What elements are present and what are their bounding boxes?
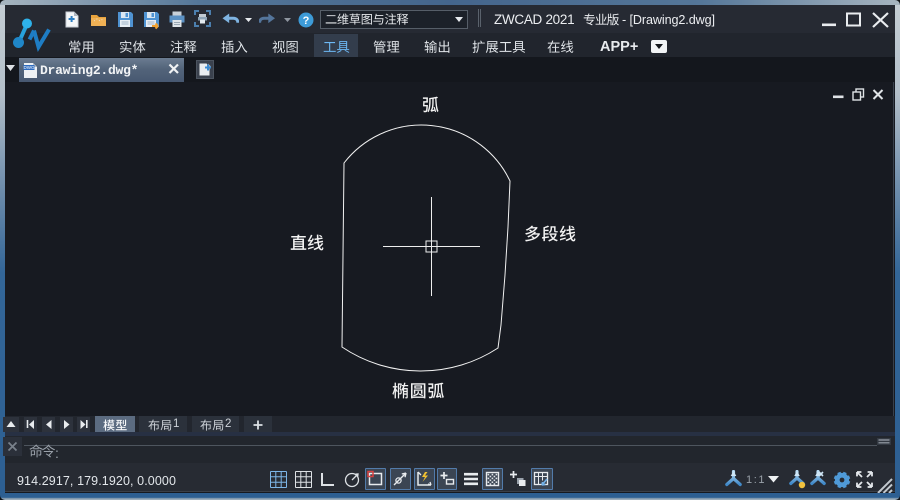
svg-text:DWG: DWG [24, 65, 35, 70]
svg-text:?: ? [303, 15, 310, 27]
